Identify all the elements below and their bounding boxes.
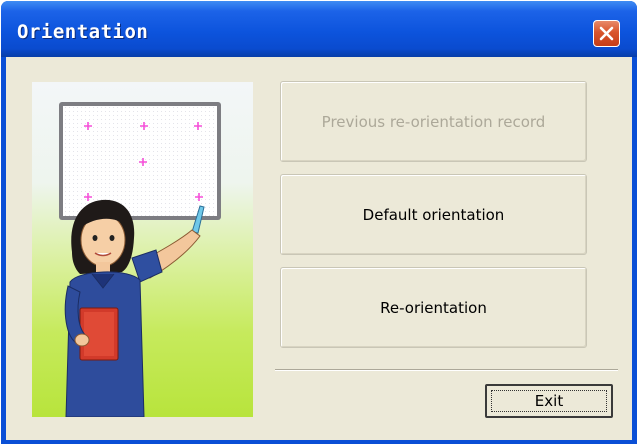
close-button[interactable] xyxy=(593,20,620,47)
teacher-illustration xyxy=(32,82,253,417)
previous-reorientation-record-label: Previous re-orientation record xyxy=(321,112,546,131)
exit-button[interactable]: Exit xyxy=(485,384,613,418)
separator-line xyxy=(275,369,618,371)
default-orientation-label: Default orientation xyxy=(362,205,505,224)
window-title: Orientation xyxy=(17,21,149,43)
title-bar[interactable]: Orientation xyxy=(1,1,637,57)
reorientation-label: Re-orientation xyxy=(380,298,487,317)
reorientation-button[interactable]: Re-orientation xyxy=(280,267,587,348)
close-icon xyxy=(599,26,614,41)
teacher-pointing-at-board-icon xyxy=(32,82,253,417)
previous-reorientation-record-button[interactable]: Previous re-orientation record xyxy=(280,81,587,162)
exit-label: Exit xyxy=(534,392,564,410)
default-orientation-button[interactable]: Default orientation xyxy=(280,174,587,255)
dialog-body: Previous re-orientation record Default o… xyxy=(6,57,632,440)
orientation-window: Orientation Previous re-orientation reco… xyxy=(1,1,637,444)
